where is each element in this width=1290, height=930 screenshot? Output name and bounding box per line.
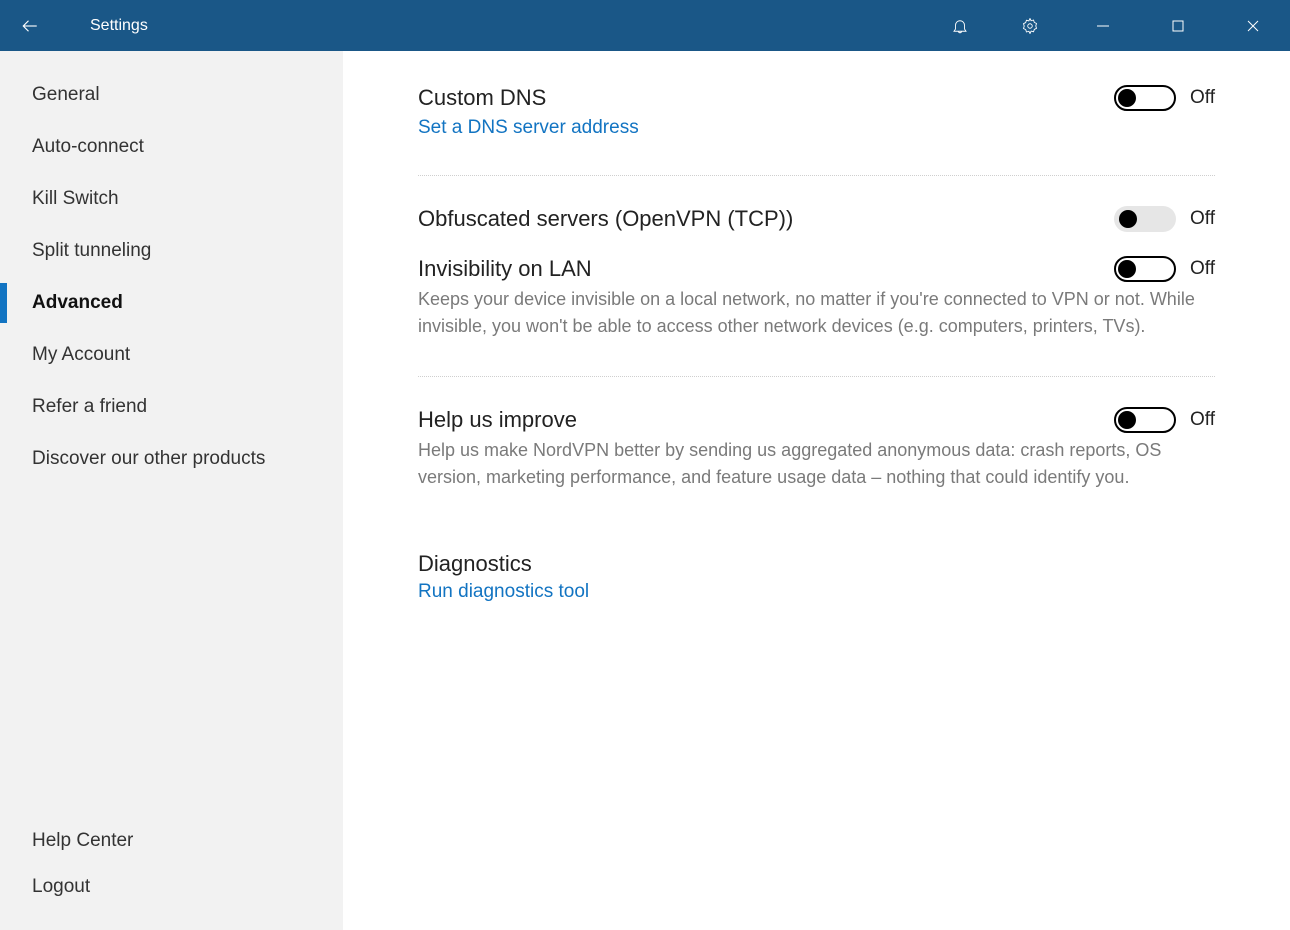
maximize-button[interactable] (1140, 0, 1215, 51)
sidebar-spacer (0, 485, 343, 818)
toggle-knob (1118, 260, 1136, 278)
setting-row: Custom DNS Off (418, 85, 1215, 111)
improve-desc: Help us make NordVPN better by sending u… (418, 437, 1208, 491)
custom-dns-title: Custom DNS (418, 85, 546, 111)
sidebar-item-refer[interactable]: Refer a friend (0, 381, 343, 433)
obfuscated-state: Off (1190, 208, 1215, 230)
improve-toggle[interactable] (1114, 407, 1176, 433)
setting-lan: Invisibility on LAN Off Keeps your devic… (418, 252, 1215, 368)
close-button[interactable] (1215, 0, 1290, 51)
sidebar-item-discover[interactable]: Discover our other products (0, 433, 343, 485)
sidebar-item-splittunneling[interactable]: Split tunneling (0, 225, 343, 277)
main-content: Custom DNS Off Set a DNS server address … (343, 51, 1290, 930)
back-arrow-icon (21, 17, 39, 35)
setting-row: Obfuscated servers (OpenVPN (TCP)) Off (418, 206, 1215, 232)
back-button[interactable] (0, 0, 60, 51)
titlebar-right (925, 0, 1290, 51)
sidebar-item-autoconnect[interactable]: Auto-connect (0, 121, 343, 173)
page-title: Settings (60, 17, 148, 35)
minimize-icon (1097, 20, 1109, 32)
lan-state: Off (1190, 258, 1215, 280)
maximize-icon (1172, 20, 1184, 32)
gear-icon (1021, 17, 1039, 35)
close-icon (1247, 20, 1259, 32)
improve-state: Off (1190, 409, 1215, 431)
sidebar-item-advanced[interactable]: Advanced (0, 277, 343, 329)
obfuscated-toggle[interactable] (1114, 206, 1176, 232)
bell-icon (951, 17, 969, 35)
improve-title: Help us improve (418, 407, 577, 433)
minimize-button[interactable] (1065, 0, 1140, 51)
divider (418, 175, 1215, 176)
notifications-button[interactable] (925, 0, 995, 51)
settings-gear-button[interactable] (995, 0, 1065, 51)
setting-row: Invisibility on LAN Off (418, 256, 1215, 282)
sidebar-item-myaccount[interactable]: My Account (0, 329, 343, 381)
sidebar-bottom: Help Center Logout (0, 818, 343, 930)
divider (418, 376, 1215, 377)
setting-row: Help us improve Off (418, 407, 1215, 433)
sidebar-item-logout[interactable]: Logout (0, 864, 343, 910)
toggle-knob (1118, 411, 1136, 429)
spacer (418, 519, 1215, 547)
toggle-wrap: Off (1114, 407, 1215, 433)
custom-dns-toggle[interactable] (1114, 85, 1176, 111)
toggle-knob (1118, 89, 1136, 107)
sidebar-item-killswitch[interactable]: Kill Switch (0, 173, 343, 225)
sidebar: General Auto-connect Kill Switch Split t… (0, 51, 343, 930)
diagnostics-title: Diagnostics (418, 551, 1215, 577)
lan-toggle[interactable] (1114, 256, 1176, 282)
set-dns-link[interactable]: Set a DNS server address (418, 117, 639, 139)
setting-obfuscated: Obfuscated servers (OpenVPN (TCP)) Off (418, 202, 1215, 252)
toggle-wrap: Off (1114, 85, 1215, 111)
body: General Auto-connect Kill Switch Split t… (0, 51, 1290, 930)
sidebar-item-helpcenter[interactable]: Help Center (0, 818, 343, 864)
setting-custom-dns: Custom DNS Off Set a DNS server address (418, 81, 1215, 167)
lan-title: Invisibility on LAN (418, 256, 592, 282)
lan-desc: Keeps your device invisible on a local n… (418, 286, 1208, 340)
toggle-wrap: Off (1114, 256, 1215, 282)
run-diagnostics-link[interactable]: Run diagnostics tool (418, 581, 589, 603)
titlebar: Settings (0, 0, 1290, 51)
toggle-wrap: Off (1114, 206, 1215, 232)
titlebar-left: Settings (0, 0, 148, 51)
obfuscated-title: Obfuscated servers (OpenVPN (TCP)) (418, 206, 793, 232)
custom-dns-state: Off (1190, 87, 1215, 109)
setting-improve: Help us improve Off Help us make NordVPN… (418, 403, 1215, 519)
sidebar-item-general[interactable]: General (0, 69, 343, 121)
toggle-knob (1119, 210, 1137, 228)
setting-diagnostics: Diagnostics Run diagnostics tool (418, 547, 1215, 631)
